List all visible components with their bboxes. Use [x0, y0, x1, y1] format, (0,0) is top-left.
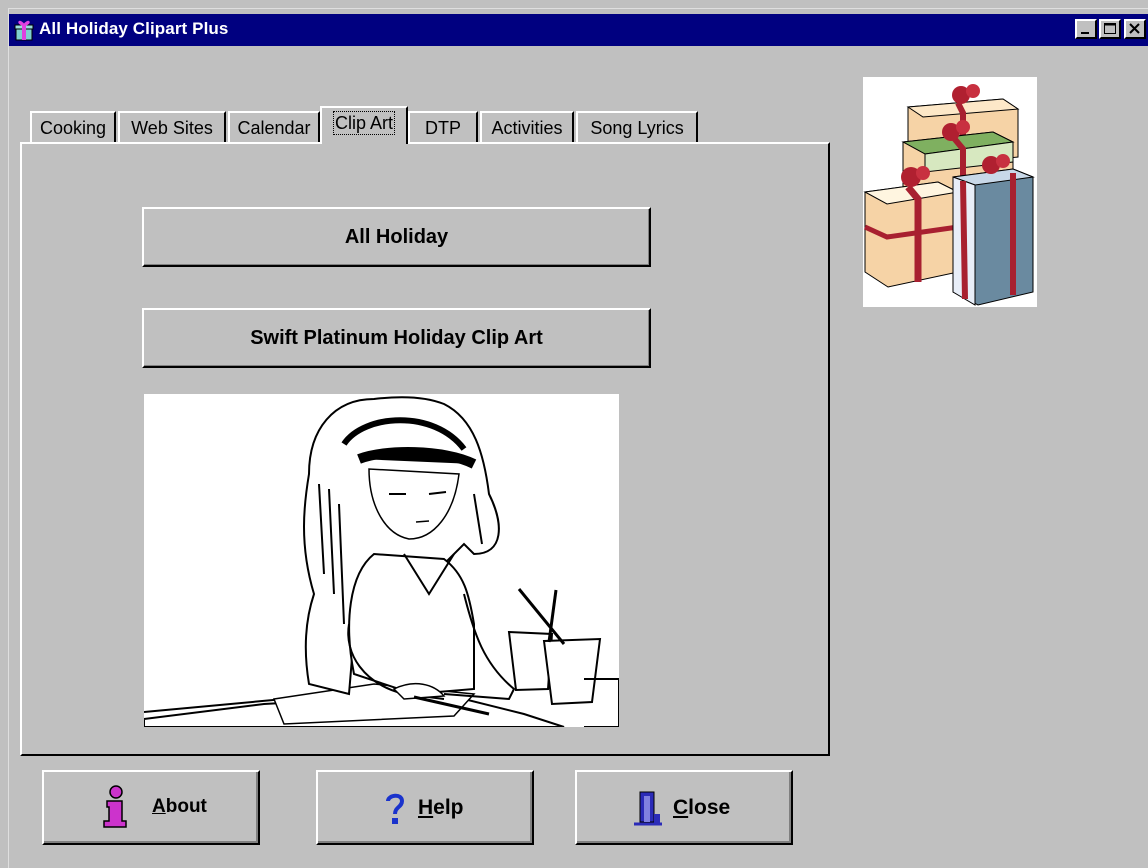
tab-activities[interactable]: Activities — [480, 111, 574, 143]
window-title: All Holiday Clipart Plus — [39, 19, 229, 38]
about-button[interactable]: About — [42, 770, 260, 845]
tab-dtp[interactable]: DTP — [408, 111, 478, 143]
tab-web-sites[interactable]: Web Sites — [118, 111, 226, 143]
minimize-icon — [1081, 32, 1089, 34]
tab-label: Web Sites — [131, 118, 213, 138]
girl-drawing-illustration — [144, 394, 619, 727]
info-icon — [103, 785, 127, 828]
maximize-icon — [1104, 23, 1116, 34]
gift-icon — [14, 20, 34, 41]
tab-cooking[interactable]: Cooking — [30, 111, 116, 143]
tab-label: Cooking — [39, 118, 107, 138]
tab-label: Song Lyrics — [590, 118, 684, 138]
tab-calendar[interactable]: Calendar — [228, 111, 320, 143]
maximize-button[interactable] — [1099, 19, 1121, 39]
tab-label: DTP — [425, 118, 461, 138]
tab-clip-art[interactable]: Clip Art — [320, 106, 408, 144]
title-bar[interactable]: All Holiday Clipart Plus — [9, 14, 1148, 46]
tab-label: Clip Art — [332, 111, 396, 135]
help-button[interactable]: Help — [316, 770, 534, 845]
question-icon — [386, 793, 405, 824]
close-window-button[interactable] — [1124, 19, 1146, 39]
close-label: Close — [673, 796, 731, 819]
minimize-button[interactable] — [1075, 19, 1097, 39]
exit-door-icon — [634, 791, 662, 826]
about-label: About — [152, 796, 207, 817]
tab-song-lyrics[interactable]: Song Lyrics — [576, 111, 698, 143]
help-label: Help — [418, 796, 464, 819]
all-holiday-button[interactable]: All Holiday — [142, 207, 651, 267]
close-button[interactable]: Close — [575, 770, 793, 845]
stacked-gift-boxes-illustration — [863, 77, 1037, 307]
close-icon — [1129, 23, 1140, 34]
tab-label: Activities — [491, 118, 563, 138]
swift-platinum-button[interactable]: Swift Platinum Holiday Clip Art — [142, 308, 651, 368]
tab-label: Calendar — [237, 118, 311, 138]
